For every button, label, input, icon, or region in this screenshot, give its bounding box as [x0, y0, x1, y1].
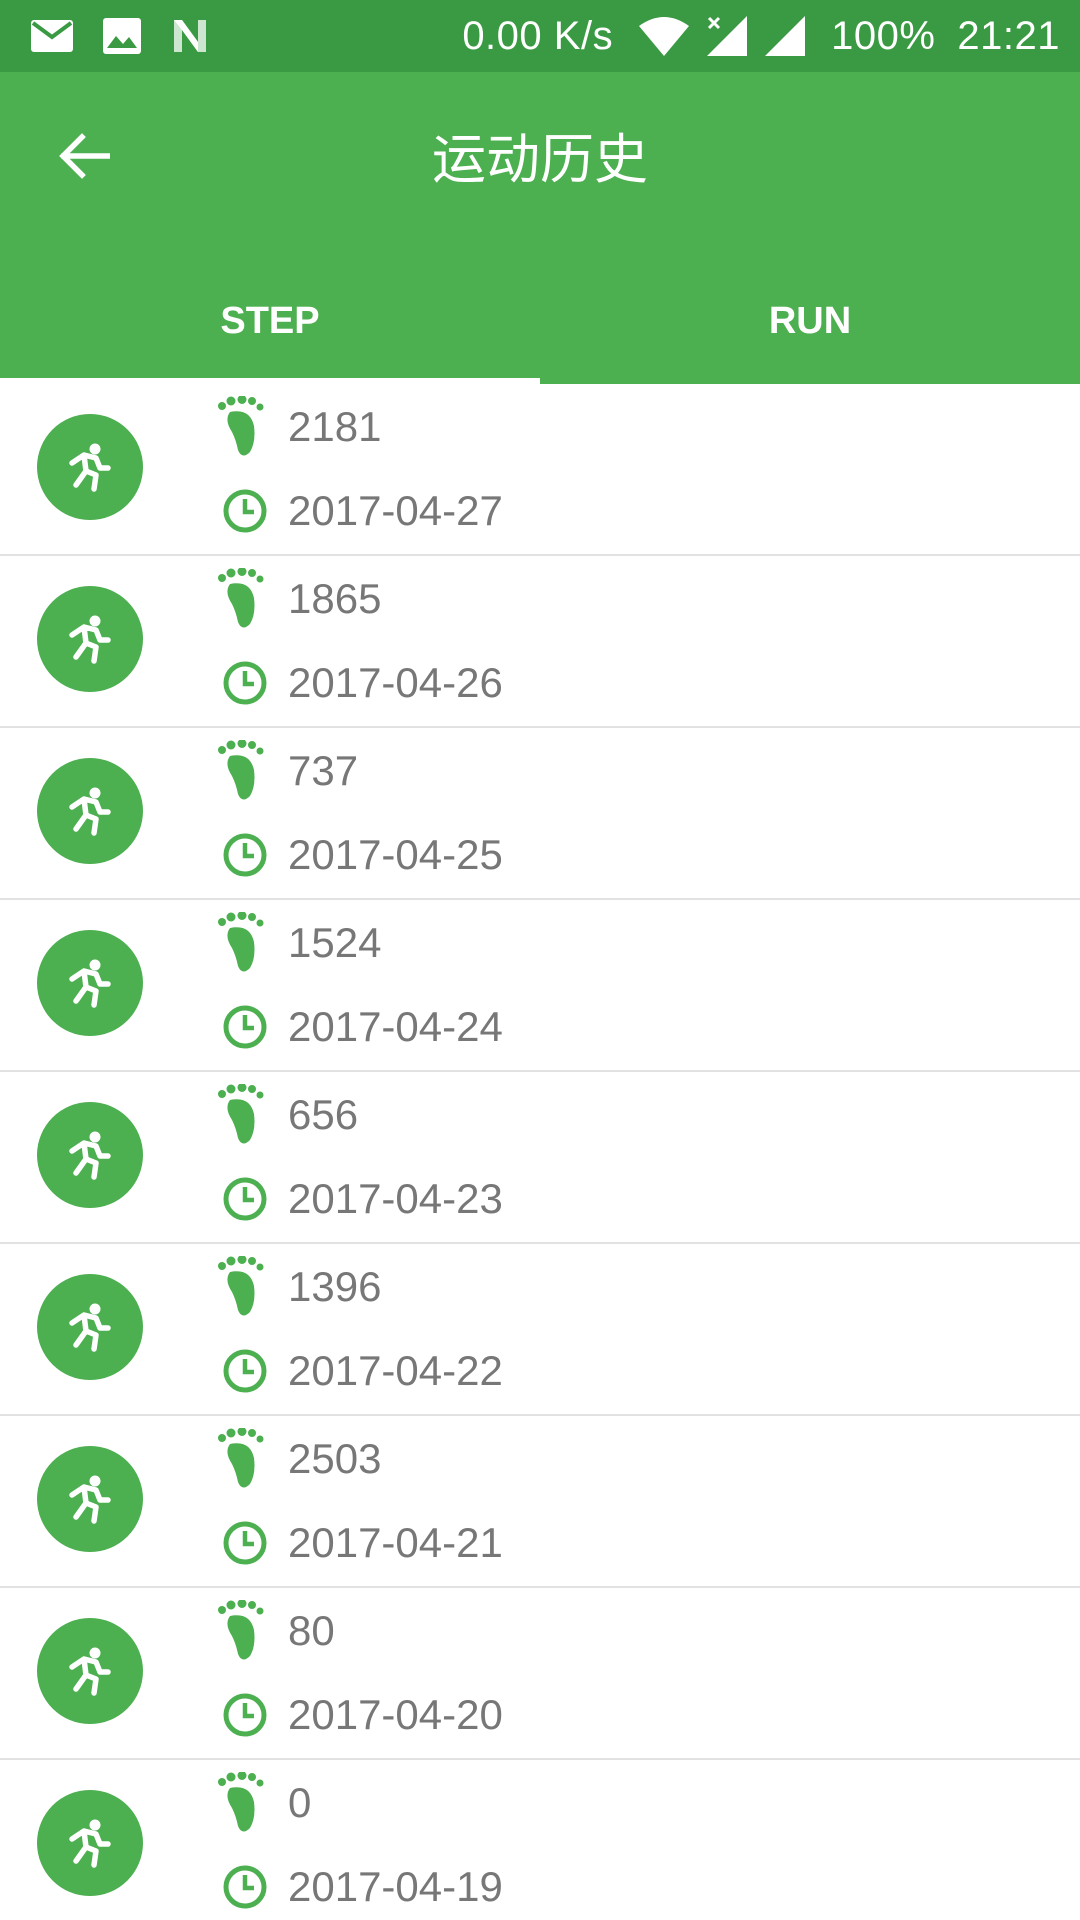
cellular-signal-icon: [705, 14, 749, 58]
clock-icon: [223, 1177, 267, 1221]
page-title: 运动历史: [432, 128, 648, 191]
list-item[interactable]: 1865 2017-04-26: [0, 556, 1080, 728]
wifi-icon: [637, 14, 691, 58]
record-date: 2017-04-20: [288, 1691, 503, 1738]
record-date: 2017-04-19: [288, 1863, 503, 1910]
step-count: 1524: [288, 919, 382, 966]
record-date: 2017-04-24: [288, 1003, 503, 1050]
step-count: 1396: [288, 1263, 382, 1310]
system-status: 0.00 K/s 100% 21:21: [462, 0, 1060, 72]
footprint-icon: [218, 1600, 264, 1660]
n-app-icon: [174, 20, 206, 52]
running-person-icon: [69, 1475, 111, 1524]
run-avatar: [37, 930, 143, 1036]
footprint-icon: [218, 740, 264, 800]
step-count: 737: [288, 747, 359, 794]
running-person-icon: [69, 1131, 111, 1180]
record-date: 2017-04-25: [288, 831, 503, 878]
clock-icon: [223, 1521, 267, 1565]
image-icon: [103, 18, 141, 54]
status-bar: 0.00 K/s 100% 21:21: [0, 0, 1080, 72]
app-bar: 运动历史 STEP RUN: [0, 72, 1080, 384]
footprint-icon: [218, 1428, 264, 1488]
list-item[interactable]: 80 2017-04-20: [0, 1588, 1080, 1760]
footprint-icon: [218, 568, 264, 628]
footprint-icon: [218, 1084, 264, 1144]
record-date: 2017-04-26: [288, 659, 503, 706]
mail-icon: [31, 20, 73, 52]
record-date: 2017-04-21: [288, 1519, 503, 1566]
record-date: 2017-04-22: [288, 1347, 503, 1394]
notification-icons: [30, 14, 210, 58]
run-avatar: [37, 1790, 143, 1896]
running-person-icon: [69, 787, 111, 836]
record-date: 2017-04-23: [288, 1175, 503, 1222]
footprint-icon: [218, 1772, 264, 1832]
history-list[interactable]: 2181 2017-04-27 1865 2017-04-26 737 2017…: [0, 384, 1080, 1920]
footprint-icon: [218, 396, 264, 456]
footprint-icon: [218, 1256, 264, 1316]
run-avatar: [37, 758, 143, 864]
run-avatar: [37, 1618, 143, 1724]
clock-icon: [223, 1005, 267, 1049]
running-person-icon: [69, 959, 111, 1008]
step-count: 0: [288, 1779, 312, 1826]
list-item[interactable]: 737 2017-04-25: [0, 728, 1080, 900]
record-date: 2017-04-27: [288, 487, 503, 534]
tab-bar: STEP RUN: [0, 272, 1080, 384]
cellular-signal-icon-2: [763, 14, 807, 58]
running-person-icon: [69, 443, 111, 492]
battery-level: 100%: [831, 13, 936, 58]
clock-icon: [223, 661, 267, 705]
list-item[interactable]: 0 2017-04-19: [0, 1760, 1080, 1920]
list-item[interactable]: 2181 2017-04-27: [0, 384, 1080, 556]
running-person-icon: [69, 1819, 111, 1868]
running-person-icon: [69, 1647, 111, 1696]
tab-run[interactable]: RUN: [540, 272, 1080, 384]
run-avatar: [37, 1274, 143, 1380]
footprint-icon: [218, 912, 264, 972]
list-item[interactable]: 2503 2017-04-21: [0, 1416, 1080, 1588]
clock-icon: [223, 489, 267, 533]
run-avatar: [37, 414, 143, 520]
clock-icon: [223, 1865, 267, 1909]
list-item[interactable]: 1396 2017-04-22: [0, 1244, 1080, 1416]
tab-step[interactable]: STEP: [0, 272, 540, 384]
list-item[interactable]: 1524 2017-04-24: [0, 900, 1080, 1072]
list-item[interactable]: 656 2017-04-23: [0, 1072, 1080, 1244]
clock-icon: [223, 1349, 267, 1393]
step-count: 1865: [288, 575, 382, 622]
clock-time: 21:21: [957, 13, 1060, 58]
running-person-icon: [69, 615, 111, 664]
clock-icon: [223, 833, 267, 877]
run-avatar: [37, 1102, 143, 1208]
run-avatar: [37, 586, 143, 692]
step-count: 2181: [288, 403, 382, 450]
run-avatar: [37, 1446, 143, 1552]
network-speed: 0.00 K/s: [462, 13, 614, 58]
running-person-icon: [69, 1303, 111, 1352]
step-count: 80: [288, 1607, 335, 1654]
step-count: 2503: [288, 1435, 382, 1482]
clock-icon: [223, 1693, 267, 1737]
step-count: 656: [288, 1091, 359, 1138]
